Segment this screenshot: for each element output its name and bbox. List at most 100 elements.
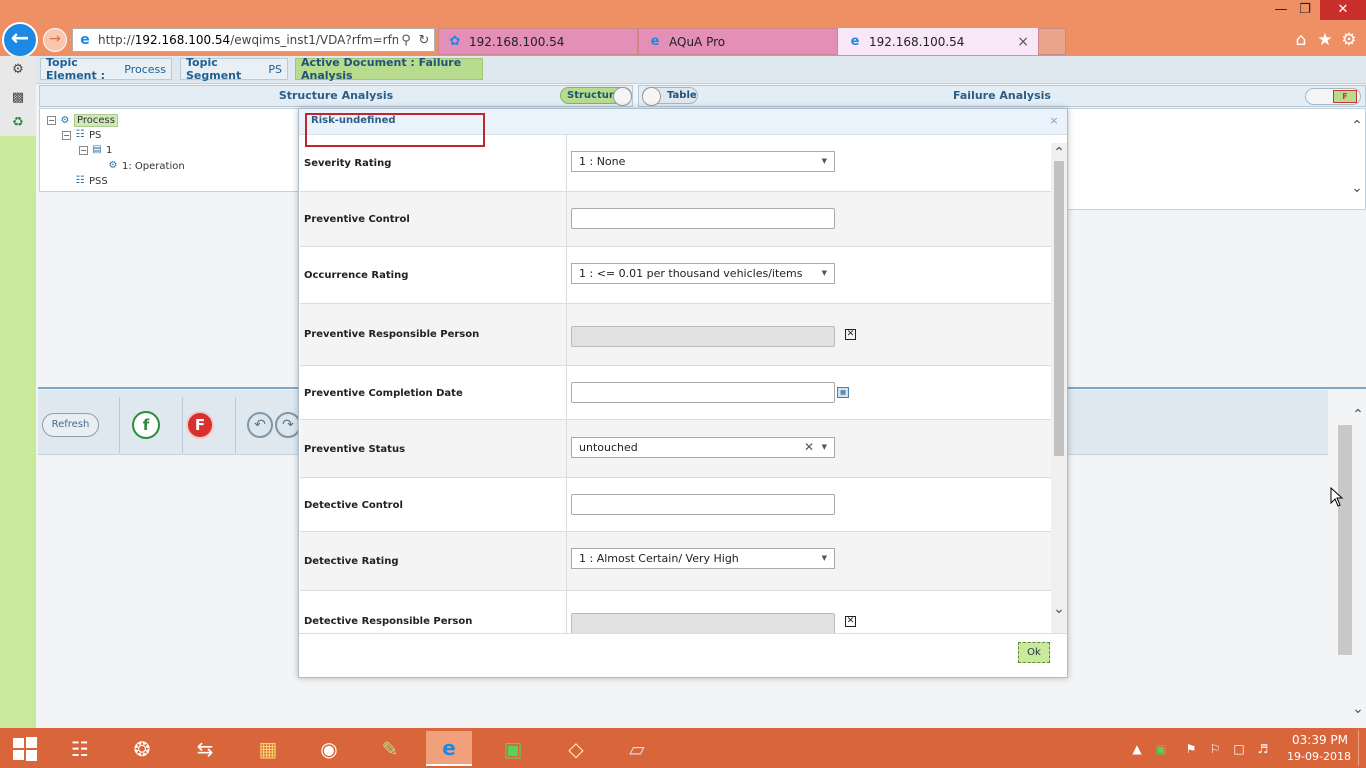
toggle-label: Table (667, 90, 697, 101)
forward-arrow-icon[interactable]: → (43, 28, 67, 52)
right-scrollbar-thumb[interactable] (1338, 425, 1352, 655)
chevron-down-icon: ▼ (821, 443, 827, 451)
form-row-preventive-date: Preventive Completion Date ▦ (300, 366, 1052, 420)
clear-person-icon[interactable]: ✕ (845, 616, 856, 627)
risk-dialog: Risk-undefined × Severity Rating 1 : Non… (298, 108, 1068, 678)
greenshot-tray-icon[interactable]: ▣ (1152, 741, 1170, 757)
table-toggle[interactable]: Table (642, 87, 698, 106)
tree-node-1[interactable]: − ▤ 1 (79, 144, 112, 156)
collapse-icon[interactable]: − (79, 145, 88, 155)
calculator-icon[interactable]: ☷ (57, 731, 103, 766)
breadcrumb-key: Topic Element : (46, 56, 105, 82)
scroll-down-icon[interactable]: ⌄ (1349, 180, 1365, 196)
toolbar-divider (119, 397, 120, 453)
toolbar-divider (235, 397, 236, 453)
clock-time[interactable]: 03:39 PM (1290, 733, 1350, 747)
undo-icon[interactable]: ↶ (247, 412, 273, 438)
ok-button[interactable]: Ok (1018, 642, 1050, 663)
tree-node-operation[interactable]: ⚙ 1: Operation (106, 160, 185, 172)
notepad-icon[interactable]: ✎ (367, 731, 413, 766)
show-desktop-button[interactable] (1358, 730, 1364, 766)
row-divider (566, 532, 567, 590)
collapse-icon[interactable]: − (47, 116, 56, 125)
clear-person-icon[interactable]: ✕ (845, 329, 856, 340)
tree-node-process[interactable]: − ⚙ Process (47, 114, 118, 127)
detective-rating-select[interactable]: 1 : Almost Certain/ Very High ▼ (571, 548, 835, 569)
file-explorer-icon[interactable]: ▦ (245, 731, 291, 766)
scroll-up-icon[interactable]: ⌃ (1349, 118, 1365, 134)
structure-toggle[interactable]: Structure (560, 87, 632, 106)
browser-tab-3[interactable]: e 192.168.100.54 × (838, 28, 1038, 55)
safari-compass-icon[interactable]: ❂ (119, 731, 165, 766)
f-toggle-label: F (1333, 90, 1357, 103)
windows-start-icon[interactable] (2, 731, 48, 766)
scroll-down-icon[interactable]: ⌄ (1051, 601, 1067, 617)
refresh-button[interactable]: Refresh (42, 413, 99, 437)
scroll-up-icon[interactable]: ⌃ (1350, 407, 1366, 423)
tab-close-icon[interactable]: × (1017, 34, 1029, 50)
sticky-notes-icon[interactable]: ◇ (553, 731, 599, 766)
breadcrumb-active-document[interactable]: Active Document : Failure Analysis (295, 56, 483, 82)
preventive-responsible-input[interactable] (571, 326, 835, 347)
network-icon: ▤ (92, 144, 102, 155)
action-center-flag-icon[interactable]: ⚐ (1206, 741, 1224, 757)
chevron-down-icon: ▼ (821, 157, 827, 165)
maximize-icon[interactable]: ❐ (1290, 0, 1320, 20)
clock-date[interactable]: 19-09-2018 (1287, 750, 1351, 763)
greenshot-icon[interactable]: ▣ (490, 731, 536, 766)
favorites-star-icon[interactable]: ★ (1314, 29, 1336, 51)
preventive-completion-date-input[interactable] (571, 382, 835, 403)
tree-node-ps[interactable]: − ☷ PS (62, 129, 101, 141)
fmea-red-icon[interactable]: F (186, 411, 214, 439)
dialog-close-icon[interactable]: × (1048, 115, 1060, 127)
field-label: Preventive Completion Date (304, 388, 463, 399)
panel-title: Structure Analysis (278, 89, 394, 102)
dialog-scrollbar[interactable]: ⌃ ⌄ (1051, 143, 1067, 633)
scroll-thumb[interactable] (1054, 161, 1064, 456)
settings-gear-icon[interactable]: ⚙ (1338, 29, 1360, 51)
hierarchy-icon: ☷ (75, 175, 85, 186)
tree-node-label: Process (74, 114, 118, 127)
detective-control-input[interactable] (571, 494, 835, 515)
tree-node-pss[interactable]: ☷ PSS (73, 175, 108, 187)
keyboard-language-icon[interactable]: ⚑ (1182, 741, 1200, 757)
f-toggle[interactable]: F (1305, 88, 1361, 105)
close-window-icon[interactable]: ✕ (1320, 0, 1366, 20)
fmea-green-icon[interactable]: f (132, 411, 160, 439)
breadcrumb-topic-element[interactable]: Topic Element : Process (40, 56, 172, 82)
new-tab-button[interactable] (1038, 28, 1066, 55)
field-label: Severity Rating (304, 158, 392, 169)
operation-icon: ⚙ (108, 160, 118, 171)
scroll-down-icon[interactable]: ⌄ (1350, 701, 1366, 717)
scroll-up-icon[interactable]: ⌃ (1051, 145, 1067, 161)
reload-icon[interactable]: ↻ (416, 33, 432, 48)
tab-label: AQuA Pro (669, 34, 726, 49)
teamviewer-icon[interactable]: ⇆ (182, 731, 228, 766)
clear-selection-icon[interactable]: ✕ (804, 438, 814, 457)
tab-label: 192.168.100.54 (869, 34, 965, 49)
settings-icon[interactable]: ⚙ (10, 62, 26, 78)
detective-responsible-input[interactable] (571, 613, 835, 633)
search-icon[interactable]: ⚲ (398, 33, 414, 48)
chrome-icon[interactable]: ◉ (306, 731, 352, 766)
address-bar[interactable]: e http://192.168.100.54/ewqims_inst1/VDA… (72, 28, 435, 52)
collapse-icon[interactable]: − (62, 130, 71, 140)
preventive-control-input[interactable] (571, 208, 835, 229)
occurrence-rating-select[interactable]: 1 : <= 0.01 per thousand vehicles/items … (571, 263, 835, 284)
preventive-status-select[interactable]: untouched ✕ ▼ (571, 437, 835, 458)
volume-icon[interactable]: ♬ (1254, 741, 1272, 757)
select-value: 1 : None (579, 155, 626, 168)
severity-rating-select[interactable]: 1 : None ▼ (571, 151, 835, 172)
notes-icon[interactable]: ▱ (614, 731, 660, 766)
breadcrumb-topic-segment[interactable]: Topic Segment PS (180, 56, 288, 82)
monitor-icon[interactable]: ▩ (10, 90, 26, 106)
browser-tab-1[interactable]: ✿ 192.168.100.54 (438, 28, 638, 55)
internet-explorer-icon[interactable]: e (426, 731, 472, 766)
browser-tab-2[interactable]: e AQuA Pro (638, 28, 838, 55)
network-icon[interactable]: □ (1230, 741, 1248, 757)
show-hidden-icons-icon[interactable]: ▲ (1128, 741, 1146, 757)
back-arrow-icon[interactable]: ← (2, 22, 38, 58)
recycle-icon[interactable]: ♻ (10, 115, 26, 131)
home-icon[interactable]: ⌂ (1290, 29, 1312, 51)
calendar-icon[interactable]: ▦ (837, 387, 849, 398)
